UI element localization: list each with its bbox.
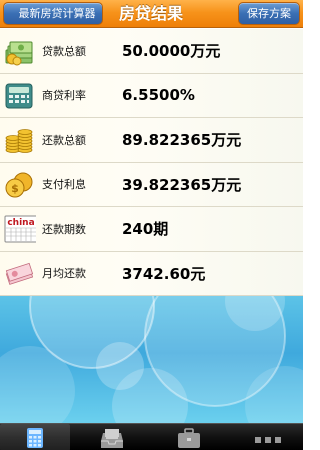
calendar-icon: china bbox=[4, 215, 36, 243]
tab-more[interactable] bbox=[233, 424, 303, 450]
banknotes-icon bbox=[5, 262, 34, 285]
background-art bbox=[0, 296, 303, 423]
page-title: 房贷结果 bbox=[118, 4, 183, 23]
more-dots-tab-icon bbox=[255, 437, 281, 443]
row-value: 240期 bbox=[122, 220, 169, 239]
result-row-monthly-payment: 月均还款 3742.60元 bbox=[0, 252, 303, 296]
row-value: 6.5500% bbox=[122, 86, 195, 105]
money-stack-icon bbox=[5, 41, 33, 66]
row-label: 支付利息 bbox=[42, 178, 86, 192]
row-label: 月均还款 bbox=[42, 267, 86, 281]
back-button[interactable]: 最新房贷计算器 bbox=[3, 2, 103, 25]
gold-coins-icon: $ bbox=[5, 172, 33, 197]
coin-stack-icon bbox=[5, 129, 33, 153]
calculator-tab-icon bbox=[27, 428, 43, 448]
row-value: 50.0000万元 bbox=[122, 42, 221, 61]
tab-inbox[interactable] bbox=[77, 424, 147, 450]
result-row-interest-paid: $ 支付利息 39.822365万元 bbox=[0, 163, 303, 207]
calendar-icon-text: china bbox=[7, 218, 34, 228]
result-row-repayment-total: 还款总额 89.822365万元 bbox=[0, 118, 303, 163]
row-value: 39.822365万元 bbox=[122, 175, 242, 194]
bubbles-decoration bbox=[0, 296, 303, 423]
row-label: 商贷利率 bbox=[42, 89, 86, 103]
briefcase-tab-icon bbox=[178, 428, 200, 448]
result-list: 贷款总额 50.0000万元 商贷利率 6.5500% 还款总额 89.8223… bbox=[0, 29, 303, 296]
row-label: 还款总额 bbox=[42, 133, 86, 147]
tab-briefcase[interactable] bbox=[154, 424, 224, 450]
nav-bar: 最新房贷计算器 房贷结果 保存方案 bbox=[0, 0, 303, 28]
row-label: 还款期数 bbox=[42, 222, 86, 236]
result-row-interest-rate: 商贷利率 6.5500% bbox=[0, 74, 303, 118]
save-plan-button[interactable]: 保存方案 bbox=[238, 2, 300, 25]
result-row-repayment-periods: china 还款期数 240期 bbox=[0, 207, 303, 252]
tab-bar bbox=[0, 423, 303, 450]
svg-text:$: $ bbox=[11, 182, 19, 195]
tab-calculator[interactable] bbox=[0, 424, 70, 450]
inbox-tray-tab-icon bbox=[101, 429, 123, 448]
row-value: 89.822365万元 bbox=[122, 131, 242, 150]
result-row-loan-total: 贷款总额 50.0000万元 bbox=[0, 29, 303, 74]
row-label: 贷款总额 bbox=[42, 44, 86, 58]
calculator-icon bbox=[5, 83, 33, 108]
row-value: 3742.60元 bbox=[122, 264, 206, 283]
